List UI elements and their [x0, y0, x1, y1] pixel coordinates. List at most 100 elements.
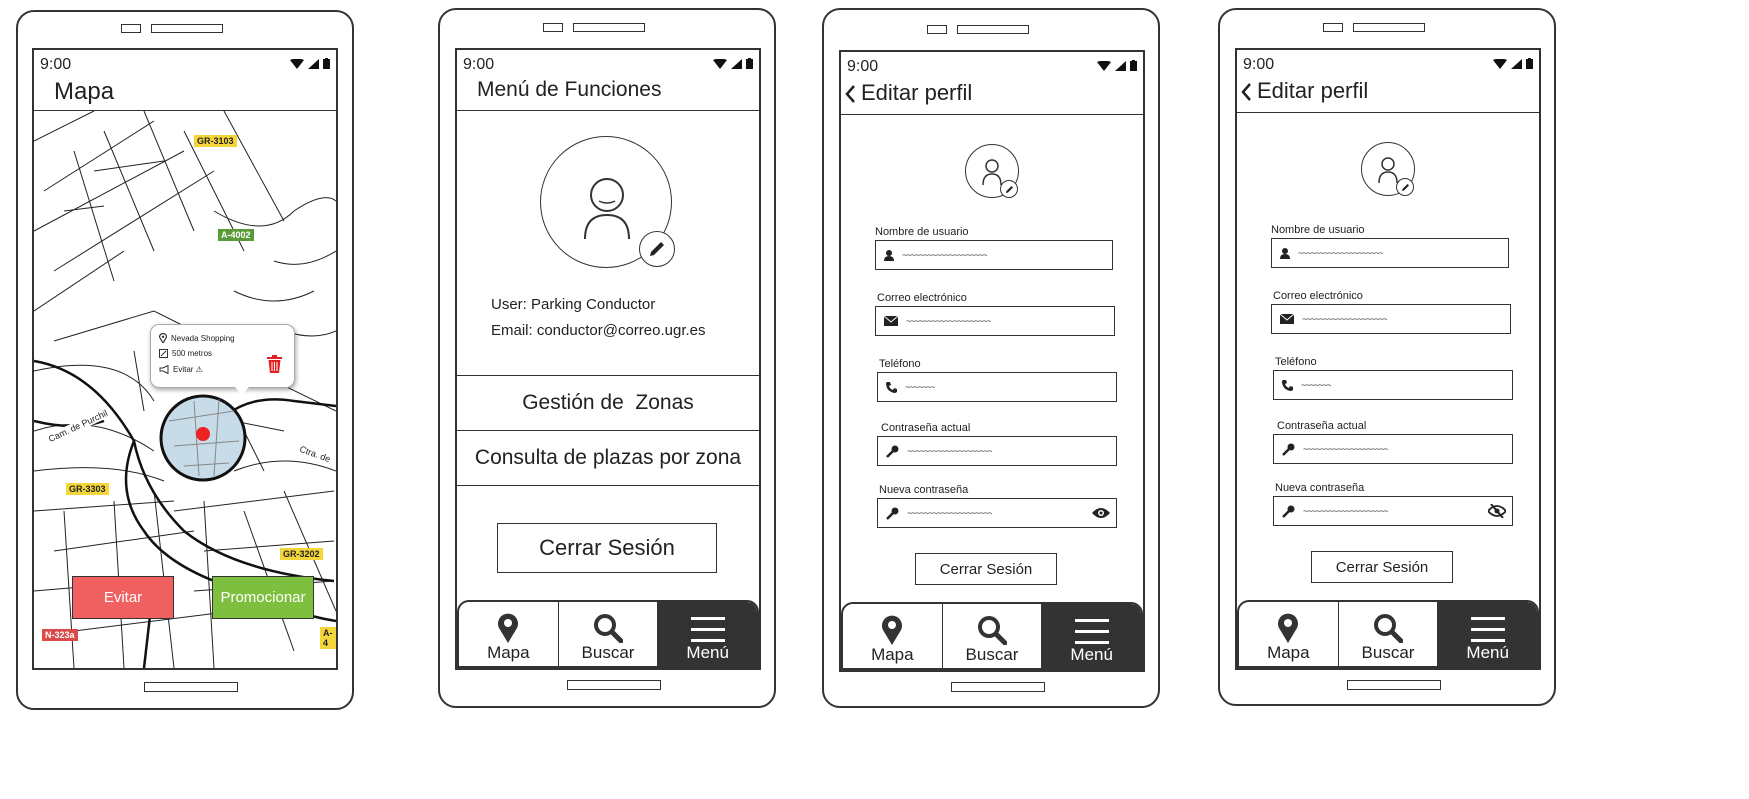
avoid-button[interactable]: Evitar — [72, 576, 174, 619]
phone-icon — [886, 381, 897, 393]
phone-speaker — [573, 23, 645, 32]
phone-value: ~~~~~~~ — [905, 382, 935, 392]
page-title: Editar perfil — [1257, 78, 1369, 103]
nav-item-map[interactable]: Mapa — [459, 602, 559, 666]
nav-item-search[interactable]: Buscar — [1339, 602, 1439, 666]
current-password-field[interactable]: ~~~~~~~~~~~~~~~~~~~~ — [877, 436, 1117, 466]
username-field[interactable]: ~~~~~~~~~~~~~~~~~~~~ — [1271, 238, 1509, 268]
megaphone-icon — [159, 365, 169, 374]
header-divider — [1237, 112, 1539, 113]
menu-item-zones[interactable]: Gestión de Zonas — [457, 376, 759, 430]
username-label: Nombre de usuario — [875, 226, 969, 238]
logout-button[interactable]: Cerrar Sesión — [915, 553, 1057, 585]
nav-item-menu[interactable]: Menú — [1042, 604, 1141, 668]
pencil-icon — [1401, 183, 1409, 191]
logout-button-label: Cerrar Sesión — [539, 535, 675, 560]
battery-icon — [1130, 60, 1137, 71]
back-button[interactable] — [1241, 83, 1251, 106]
phone-label: Teléfono — [1275, 356, 1317, 368]
page-title: Mapa — [54, 78, 115, 105]
nav-menu-label: Menú — [1466, 643, 1509, 662]
phone-menu: 9:00 Menú de Funciones User: Parking Con… — [438, 8, 776, 708]
logout-button[interactable]: Cerrar Sesión — [497, 523, 717, 573]
phone-camera — [927, 25, 947, 34]
status-time: 9:00 — [1243, 56, 1275, 73]
page-title: Menú de Funciones — [477, 78, 662, 101]
wifi-icon — [1097, 60, 1111, 71]
email-value: ~~~~~~~~~~~~~~~~~~~~ — [906, 316, 992, 326]
pencil-icon — [1005, 185, 1013, 193]
map-view[interactable]: GR-3103 A-4002 GR-3303 GR-3202 N-323a A-… — [34, 111, 336, 668]
logout-button[interactable]: Cerrar Sesión — [1311, 551, 1453, 583]
eye-icon[interactable] — [1092, 507, 1110, 519]
username-value: ~~~~~~~~~~~~~~~~~~~~ — [902, 250, 988, 260]
chevron-left-icon — [845, 85, 855, 103]
edit-avatar-button[interactable] — [639, 231, 675, 267]
email-field[interactable]: ~~~~~~~~~~~~~~~~~~~~ — [875, 306, 1115, 336]
menu-screen: 9:00 Menú de Funciones User: Parking Con… — [455, 48, 761, 670]
signal-icon — [1511, 58, 1522, 69]
current-password-field[interactable]: ~~~~~~~~~~~~~~~~~~~~ — [1273, 434, 1513, 464]
phone-field[interactable]: ~~~~~~~ — [1273, 370, 1513, 400]
signal-icon — [308, 58, 319, 69]
logout-button-label: Cerrar Sesión — [1335, 558, 1429, 576]
map-pin-icon — [882, 615, 903, 645]
phone-field[interactable]: ~~~~~~~ — [877, 372, 1117, 402]
home-button[interactable] — [567, 680, 661, 690]
trash-icon[interactable] — [267, 355, 282, 373]
battery-icon — [323, 58, 330, 69]
nav-map-label: Mapa — [1267, 643, 1310, 662]
nav-item-map[interactable]: Mapa — [1239, 602, 1339, 666]
nav-item-menu[interactable]: Menú — [658, 602, 757, 666]
nav-item-search[interactable]: Buscar — [943, 604, 1043, 668]
menu-item-spots-by-zone[interactable]: Consulta de plazas por zona — [457, 431, 759, 485]
nav-search-label: Buscar — [1361, 643, 1415, 662]
nav-item-search[interactable]: Buscar — [559, 602, 659, 666]
nav-item-menu[interactable]: Menú — [1438, 602, 1537, 666]
wifi-icon — [1493, 58, 1507, 69]
status-icons — [1493, 58, 1533, 69]
road-label-gr3103: GR-3103 — [194, 135, 237, 147]
road-label-a4: A-4 — [320, 627, 336, 649]
search-icon — [1374, 614, 1403, 643]
status-icons — [290, 58, 330, 69]
back-button[interactable] — [845, 85, 855, 108]
eye-slash-icon[interactable] — [1488, 504, 1506, 518]
nav-menu-label: Menú — [1070, 645, 1113, 664]
place-popup[interactable]: Nevada Shopping 500 metros Evitar ⚠ — [150, 324, 295, 395]
home-button[interactable] — [951, 682, 1045, 692]
map-pin-icon — [498, 613, 519, 643]
current-password-value: ~~~~~~~~~~~~~~~~~~~~ — [1303, 444, 1389, 454]
distance-icon — [159, 349, 168, 358]
profile-avatar — [965, 144, 1019, 198]
home-button[interactable] — [144, 682, 238, 692]
edit-profile-screen: 9:00 Editar perfil Nombre de usuario ~~~… — [1235, 48, 1541, 670]
hamburger-icon — [690, 617, 725, 642]
nav-map-label: Mapa — [871, 645, 914, 664]
email-field[interactable]: ~~~~~~~~~~~~~~~~~~~~ — [1271, 304, 1511, 334]
edit-profile-screen: 9:00 Editar perfil Nombre de usuario ~~~… — [839, 50, 1145, 672]
key-icon — [1282, 505, 1295, 518]
pencil-icon — [650, 242, 664, 256]
current-password-label: Contraseña actual — [1277, 420, 1367, 432]
user-icon — [884, 249, 894, 261]
edit-avatar-button[interactable] — [1396, 178, 1414, 196]
header-divider — [841, 114, 1143, 115]
road-label-n323a: N-323a — [42, 629, 78, 641]
promote-button[interactable]: Promocionar — [212, 576, 314, 619]
search-icon — [978, 616, 1007, 645]
map-pin-icon — [1278, 613, 1299, 643]
header-divider — [457, 110, 759, 111]
edit-avatar-button[interactable] — [1000, 180, 1018, 198]
nav-item-map[interactable]: Mapa — [843, 604, 943, 668]
wifi-icon — [290, 58, 304, 69]
logout-button-label: Cerrar Sesión — [939, 560, 1033, 578]
new-password-field[interactable]: ~~~~~~~~~~~~~~~~~~~~ — [1273, 496, 1513, 526]
page-title: Editar perfil — [861, 80, 973, 105]
search-icon — [594, 614, 623, 643]
location-marker[interactable] — [196, 427, 210, 441]
home-button[interactable] — [1347, 680, 1441, 690]
username-field[interactable]: ~~~~~~~~~~~~~~~~~~~~ — [875, 240, 1113, 270]
new-password-field[interactable]: ~~~~~~~~~~~~~~~~~~~~ — [877, 498, 1117, 528]
menu-item-spots-label: Consulta de plazas por zona — [474, 446, 742, 469]
